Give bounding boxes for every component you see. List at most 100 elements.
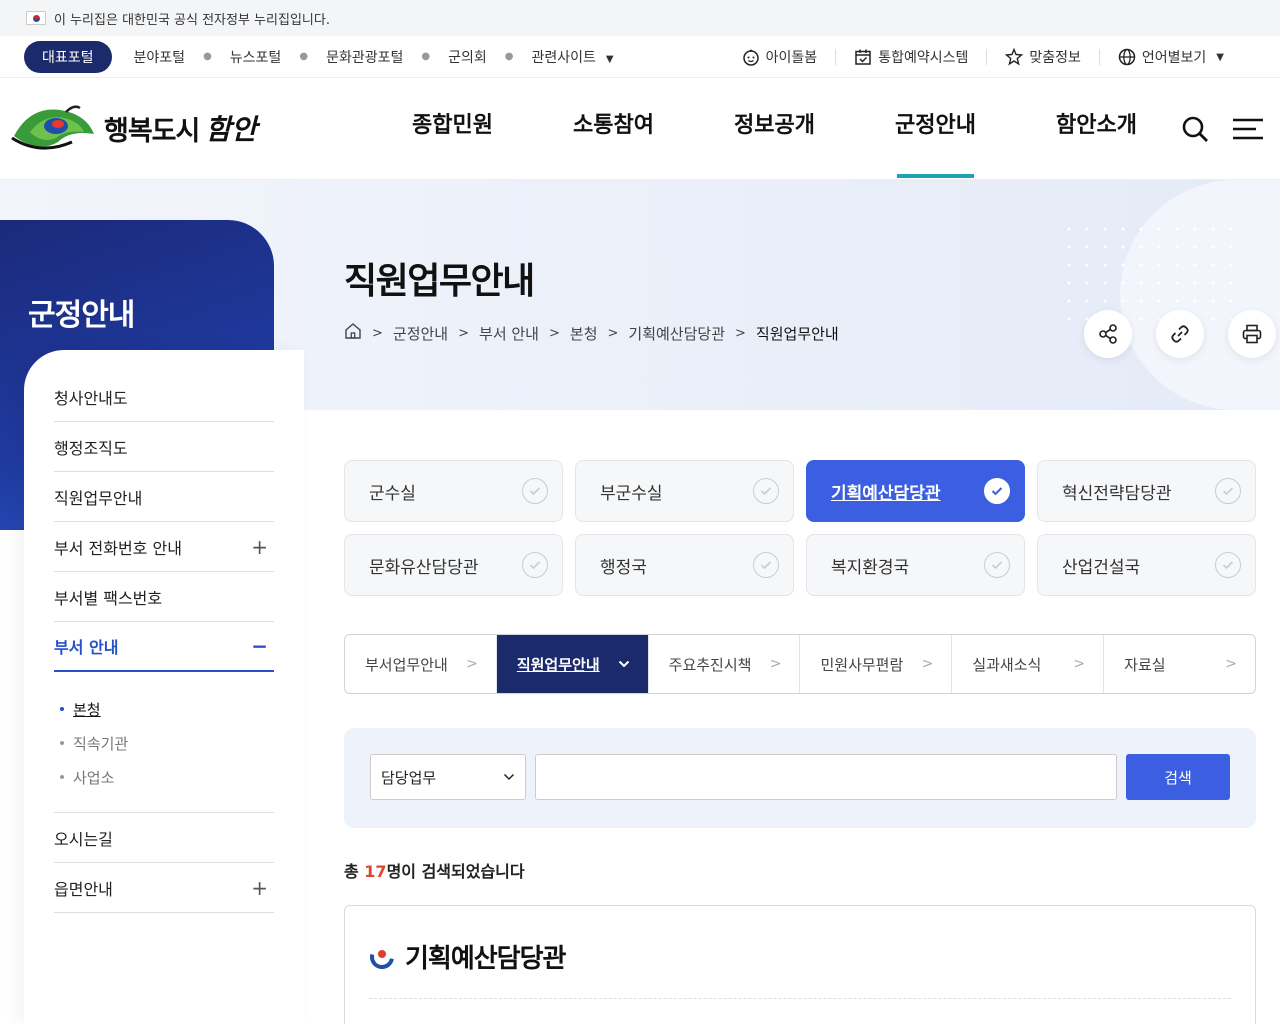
lnb-menu: 청사안내도 행정조직도 직원업무안내 부서 전화번호 안내 + 부서별 팩스번호 …	[24, 350, 304, 1024]
gnb-civil-service[interactable]: 종합민원	[372, 78, 533, 178]
dept-tab-label: 혁신전략담당관	[1062, 483, 1172, 504]
portal-link-culture[interactable]: 문화관광포털	[326, 47, 403, 67]
breadcrumb-item[interactable]: 기획예산담당관	[628, 323, 725, 344]
search-input[interactable]	[535, 754, 1117, 800]
dept-tab[interactable]: 행정국	[575, 534, 794, 596]
card-title: 기획예산담당관	[369, 938, 566, 975]
haman-symbol-icon	[370, 944, 394, 969]
subtab-archive[interactable]: 자료실 >	[1104, 635, 1255, 693]
copy-link-button[interactable]	[1156, 310, 1204, 358]
lnb-item-org-chart[interactable]: 행정조직도	[54, 422, 274, 472]
search-panel: 담당업무 검색	[344, 728, 1256, 828]
card-title-text: 기획예산담당관	[405, 944, 566, 974]
page-title: 직원업무안내	[344, 261, 535, 302]
portal-link-council[interactable]: 군의회	[448, 47, 487, 67]
result-count: 총 17명이 검색되었습니다	[344, 858, 525, 882]
dept-tab-label: 문화유산담당관	[369, 557, 479, 578]
breadcrumb-item[interactable]: 부서 안내	[479, 323, 539, 344]
subtab-key-policies[interactable]: 주요추진시책 >	[649, 635, 801, 693]
dept-tab[interactable]: 군수실	[344, 460, 563, 522]
lnb-item-dept-guide[interactable]: 부서 안내 −	[54, 622, 274, 672]
dept-tab-label: 행정국	[600, 557, 647, 578]
site-logo[interactable]: 행복도시 함안	[10, 100, 257, 156]
site-header: 행복도시 함안 종합민원 소통참여 정보공개 군정안내 함안소개	[0, 78, 1280, 180]
related-sites-dropdown[interactable]: 관련사이트 ▼	[531, 47, 613, 67]
chevron-right-icon: >	[466, 656, 478, 672]
page-tools	[1084, 310, 1276, 358]
lnb-item-dept-fax[interactable]: 부서별 팩스번호	[54, 572, 274, 622]
menu-icon[interactable]	[1232, 114, 1263, 144]
lnb-sub-item-business-offices[interactable]: 사업소	[60, 760, 274, 794]
reservation-link[interactable]: 통합예약시스템	[836, 48, 988, 66]
dept-tab-active[interactable]: 기획예산담당관	[806, 460, 1025, 522]
lnb-item-office-map[interactable]: 청사안내도	[54, 372, 274, 422]
lnb-submenu: 본청 직속기관 사업소	[54, 672, 274, 813]
chevron-right-icon: >	[372, 325, 383, 341]
lnb-item-directions[interactable]: 오시는길	[54, 813, 274, 863]
link-icon	[1171, 325, 1189, 343]
portal-link-news[interactable]: 뉴스포털	[230, 47, 282, 67]
lnb-item-label: 부서 전화번호 안내	[54, 538, 182, 558]
dept-tab-label: 기획예산담당관	[831, 483, 941, 504]
search-select-value: 담당업무	[381, 768, 437, 787]
home-icon[interactable]	[344, 322, 362, 344]
reservation-label: 통합예약시스템	[878, 50, 969, 66]
breadcrumb-current: 직원업무안내	[755, 324, 839, 343]
check-circle-icon	[984, 478, 1010, 504]
portal-link-field[interactable]: 분야포털	[134, 47, 186, 67]
bullet-icon	[60, 775, 64, 779]
breadcrumb-item[interactable]: 본청	[570, 323, 598, 344]
utility-bar: 대표포털 분야포털 ● 뉴스포털 ● 문화관광포털 ● 군의회 ● 관련사이트 ▼…	[0, 36, 1280, 78]
gov-banner-text: 이 누리집은 대한민국 공식 전자정부 누리집입니다.	[54, 12, 330, 28]
breadcrumb-item[interactable]: 군정안내	[393, 323, 448, 344]
subtab-staff-duties[interactable]: 직원업무안내	[496, 635, 649, 693]
result-count-suffix: 명이 검색되었습니다	[386, 862, 525, 881]
custom-info-link[interactable]: 맞춤정보	[987, 48, 1100, 66]
plus-icon: +	[251, 534, 268, 559]
subtab-dept-news[interactable]: 실과새소식 >	[952, 635, 1105, 693]
lnb-item-label: 읍면안내	[54, 879, 113, 899]
lnb-item-dept-phone[interactable]: 부서 전화번호 안내 +	[54, 522, 274, 572]
subtab-dept-duties[interactable]: 부서업무안내 >	[345, 635, 497, 693]
language-dropdown[interactable]: 언어별보기 ▼	[1100, 48, 1242, 66]
lnb-item-label: 직원업무안내	[54, 488, 143, 508]
print-button[interactable]	[1228, 310, 1276, 358]
dept-tab-label: 산업건설국	[1062, 557, 1141, 578]
dept-tab[interactable]: 복지환경국	[806, 534, 1025, 596]
calendar-check-icon	[854, 48, 872, 66]
lnb-sub-label: 사업소	[73, 768, 115, 787]
content-subtabs: 부서업무안내 > 직원업무안내 주요추진시책 > 민원사무편람 > 실과새소식 > 자료…	[344, 634, 1256, 694]
lnb-item-staff-duties[interactable]: 직원업무안내	[54, 472, 274, 522]
gnb-about-haman[interactable]: 함안소개	[1016, 78, 1177, 178]
lnb-title: 군정안내	[28, 298, 135, 333]
separator-dot: ●	[421, 51, 431, 62]
subtab-civil-handbook[interactable]: 민원사무편람 >	[800, 635, 953, 693]
check-circle-icon	[1215, 478, 1241, 504]
dept-tab[interactable]: 산업건설국	[1037, 534, 1256, 596]
main-portal-button[interactable]: 대표포털	[24, 40, 112, 73]
dept-tab[interactable]: 혁신전략담당관	[1037, 460, 1256, 522]
lnb-sub-item-main-office[interactable]: 본청	[60, 692, 274, 726]
subtab-label: 민원사무편람	[820, 655, 904, 674]
lnb-item-towns[interactable]: 읍면안내 +	[54, 863, 274, 913]
chevron-right-icon: >	[735, 325, 746, 341]
gov-banner: 이 누리집은 대한민국 공식 전자정부 누리집입니다.	[0, 0, 1280, 36]
childcare-label: 아이돌봄	[765, 50, 818, 66]
dept-tab[interactable]: 부군수실	[575, 460, 794, 522]
dept-tab[interactable]: 문화유산담당관	[344, 534, 563, 596]
chevron-right-icon: >	[458, 325, 470, 341]
language-label: 언어별보기	[1141, 50, 1207, 66]
gnb-county-guide[interactable]: 군정안내	[855, 78, 1016, 178]
childcare-link[interactable]: 아이돌봄	[724, 49, 837, 66]
lnb-sub-item-direct-agencies[interactable]: 직속기관	[60, 726, 274, 760]
share-button[interactable]	[1084, 310, 1132, 358]
lnb-item-label: 청사안내도	[54, 388, 128, 408]
bullet-icon	[60, 707, 64, 711]
chevron-right-icon: >	[1073, 656, 1086, 672]
search-icon[interactable]	[1180, 114, 1210, 144]
lnb-sub-label: 직속기관	[73, 734, 129, 753]
gnb-information[interactable]: 정보공개	[694, 78, 855, 178]
search-field-select[interactable]: 담당업무	[370, 754, 526, 800]
search-button[interactable]: 검색	[1126, 754, 1230, 800]
gnb-participation[interactable]: 소통참여	[533, 78, 694, 178]
